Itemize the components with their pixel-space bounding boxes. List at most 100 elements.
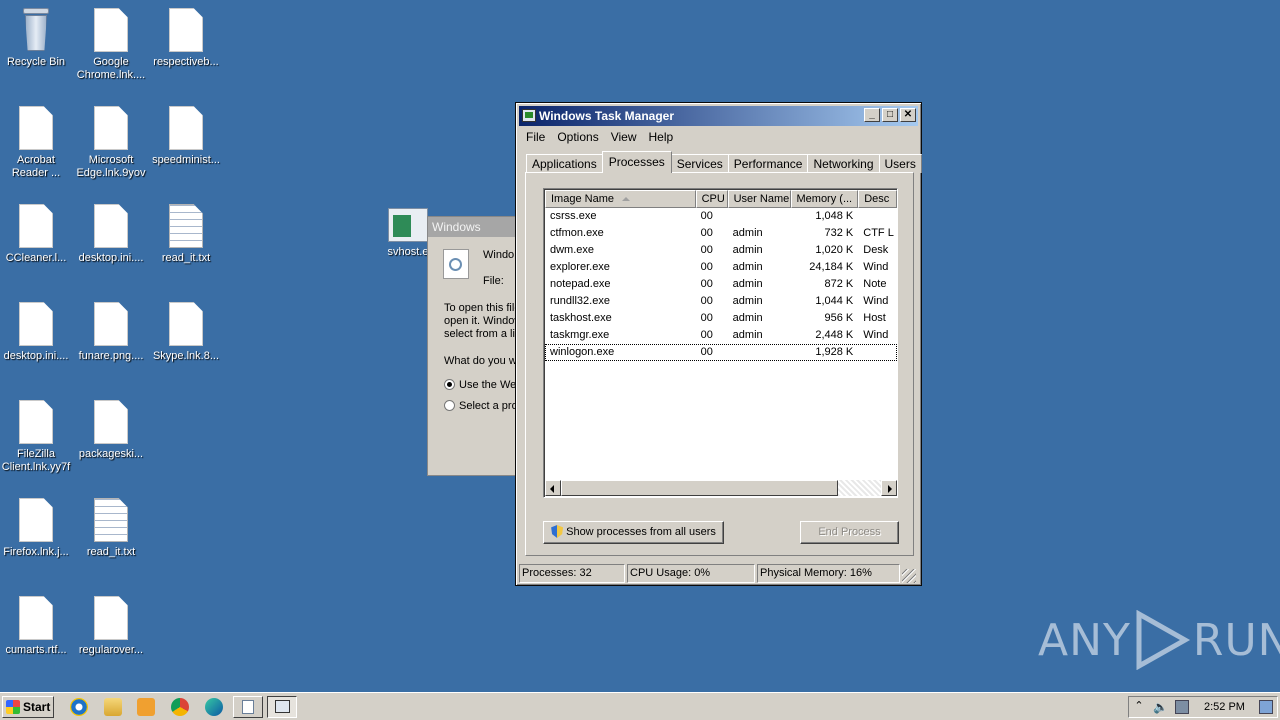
desktop-icon-label: Skype.lnk.8... [152,350,220,362]
cell-desc [858,344,897,361]
taskbar: Start ⌃ 🔈 2:52 PM [0,692,1280,720]
file-icon [94,106,128,150]
radio-select-program[interactable]: Select a pro [444,400,518,412]
scroll-track[interactable] [838,480,881,496]
minimize-button[interactable]: _ [864,108,880,122]
network-icon[interactable] [1175,700,1189,714]
tab-processes[interactable]: Processes [601,151,672,173]
volume-icon[interactable]: 🔈 [1153,700,1168,714]
tab-services[interactable]: Services [670,154,729,173]
column-description[interactable]: Desc [858,190,897,208]
desktop-icon[interactable]: Skype.lnk.8... [148,302,224,363]
table-row[interactable]: rundll32.exe 00 admin 1,044 K Wind [545,293,897,310]
desktop-icon-label: FileZilla Client.lnk.yy7f [1,448,71,473]
task-manager-titlebar[interactable]: Windows Task Manager _ □ ✕ [519,106,918,126]
tab-users[interactable]: Users [878,154,922,173]
chrome-icon[interactable] [171,698,189,716]
desktop-icon[interactable]: CCleaner.l... [0,204,74,265]
desktop-icon-label: Firefox.lnk.j... [3,546,69,558]
desktop-icon[interactable]: read_it.txt [73,498,149,559]
processes-panel: Image Name CPU User Name Memory (... Des… [525,172,914,556]
open-with-dialog[interactable]: Windows Windo File: To open this file op… [427,216,519,476]
cell-mem: 872 K [824,278,854,290]
show-desktop-icon[interactable] [1259,700,1273,714]
desktop-icon[interactable]: Microsoft Edge.lnk.9yov [73,106,149,180]
cell-cpu: 00 [700,329,713,341]
task-manager-window[interactable]: Windows Task Manager _ □ ✕ File Options … [515,102,922,586]
process-rows: csrss.exe 00 1,048 K ctfmon.exe 00 admin 732 K… [545,208,897,361]
internet-explorer-icon[interactable] [70,698,88,716]
menu-file[interactable]: File [520,128,551,146]
radio-icon[interactable] [444,400,455,411]
table-row[interactable]: taskmgr.exe 00 admin 2,448 K Wind [545,327,897,344]
cell-user: admin [732,244,763,256]
file-explorer-icon[interactable] [104,698,122,716]
desktop-icon[interactable]: Recycle Bin [0,8,74,69]
column-label: Image Name [551,193,614,205]
scroll-left-icon[interactable] [545,480,561,496]
desktop-icon[interactable]: cumarts.rtf... [0,596,74,657]
cell-desc: Wind [863,295,889,307]
menu-view[interactable]: View [605,128,643,146]
desktop-icon[interactable]: Google Chrome.lnk.... [73,8,149,82]
desktop-icon[interactable]: Firefox.lnk.j... [0,498,74,559]
file-icon [19,400,53,444]
scroll-thumb[interactable] [561,480,838,496]
file-icon [19,204,53,248]
desktop-icon[interactable]: regularover... [73,596,149,657]
radio-label: Select a pro [459,400,518,412]
taskbar-notepad[interactable] [233,696,263,718]
menu-options[interactable]: Options [551,128,604,146]
tab-applications[interactable]: Applications [526,154,603,173]
desktop-icon-label: regularover... [78,644,144,656]
maximize-button[interactable]: □ [882,108,898,122]
table-row[interactable]: explorer.exe 00 admin 24,184 K Wind [545,259,897,276]
table-row[interactable]: taskhost.exe 00 admin 956 K Host [545,310,897,327]
table-row[interactable]: notepad.exe 00 admin 872 K Note [545,276,897,293]
cell-user: admin [732,261,763,273]
file-icon [169,106,203,150]
media-player-icon[interactable] [137,698,155,716]
file-icon [94,8,128,52]
process-list[interactable]: Image Name CPU User Name Memory (... Des… [543,188,898,498]
desktop-icon-label: read_it.txt [86,546,136,558]
table-row[interactable]: winlogon.exe 00 1,928 K [545,344,897,361]
tab-performance[interactable]: Performance [727,154,809,173]
start-button[interactable]: Start [2,696,54,718]
end-process-button[interactable]: End Process [800,521,899,544]
close-button[interactable]: ✕ [900,108,916,122]
desktop-icon[interactable]: packageski... [73,400,149,461]
column-image-name[interactable]: Image Name [545,190,696,208]
desktop-icon[interactable]: FileZilla Client.lnk.yy7f [0,400,74,474]
column-memory[interactable]: Memory (... [790,190,859,208]
edge-icon[interactable] [205,698,223,716]
radio-icon[interactable] [444,379,455,390]
clock[interactable]: 2:52 PM [1204,697,1245,717]
column-cpu[interactable]: CPU [695,190,728,208]
taskbar-task-manager[interactable] [267,696,297,718]
desktop-icon[interactable]: read_it.txt [148,204,224,265]
cell-mem: 1,044 K [815,295,854,307]
cell-mem: 956 K [824,312,854,324]
desktop-icon[interactable]: Acrobat Reader ... [0,106,74,180]
show-all-processes-button[interactable]: Show processes from all users [543,521,724,544]
horizontal-scrollbar[interactable] [545,480,897,496]
radio-use-web[interactable]: Use the We [444,379,518,391]
table-row[interactable]: dwm.exe 00 admin 1,020 K Desk [545,242,897,259]
desktop-icon[interactable]: desktop.ini.... [73,204,149,265]
desktop-icon[interactable]: respectiveb... [148,8,224,69]
cell-cpu: 00 [700,278,713,290]
desktop-icon[interactable]: speedminist... [148,106,224,167]
desktop-icon[interactable]: funare.png.... [73,302,149,363]
menu-help[interactable]: Help [643,128,680,146]
table-row[interactable]: csrss.exe 00 1,048 K [545,208,897,225]
column-user-name[interactable]: User Name [727,190,791,208]
table-row[interactable]: ctfmon.exe 00 admin 732 K CTF L [545,225,897,242]
show-hidden-icons-icon[interactable]: ⌃ [1132,700,1146,714]
desktop-icon[interactable]: desktop.ini.... [0,302,74,363]
cell-user: admin [732,278,763,290]
notepad-icon [242,700,254,714]
tab-networking[interactable]: Networking [807,154,880,173]
resize-grip-icon[interactable] [902,569,916,583]
scroll-right-icon[interactable] [881,480,897,496]
